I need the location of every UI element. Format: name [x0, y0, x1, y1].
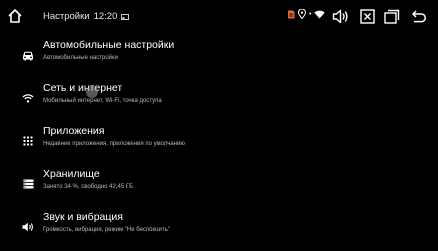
recent-apps-icon: [384, 9, 400, 24]
system-status-icons: •: [287, 9, 326, 19]
settings-item-description: Мобильный интернет, Wi-Fi, точка доступа: [43, 98, 162, 104]
sim-card-icon: [288, 10, 295, 18]
car-icon: [21, 48, 35, 62]
touch-indicator: [86, 86, 98, 98]
settings-item-label: Хранилище: [43, 168, 100, 180]
wifi-icon: [21, 91, 35, 105]
home-icon: [8, 9, 22, 23]
status-bar: Настройки 12:20 •: [0, 0, 438, 34]
volume-button[interactable]: [329, 5, 351, 27]
settings-item-label: Автомобильные настройки: [43, 39, 175, 51]
cast-icon: [121, 13, 130, 20]
back-icon: [412, 9, 427, 22]
close-box-icon: [359, 8, 375, 24]
storage-icon: [21, 177, 35, 191]
settings-item-apps[interactable]: Приложения Недавние приложения, приложен…: [0, 120, 438, 163]
location-icon: [298, 9, 306, 19]
page-title: Настройки 12:20: [43, 11, 130, 22]
settings-item-label: Сеть и интернет: [43, 82, 123, 94]
clock: 12:20: [93, 11, 118, 22]
volume-icon: [332, 9, 348, 23]
settings-item-description: Недавние приложения, приложения по умолч…: [43, 141, 185, 147]
settings-item-label: Приложения: [43, 125, 105, 137]
settings-list: Автомобильные настройки Автомобильные на…: [0, 34, 438, 249]
settings-item-storage[interactable]: Хранилище Занято 34 %, свободно 42,45 ГБ: [0, 163, 438, 206]
settings-item-label: Звук и вибрация: [43, 211, 123, 223]
settings-item-car[interactable]: Автомобильные настройки Автомобильные на…: [0, 34, 438, 77]
settings-item-description: Громкость, вибрация, режим "Не беспокоит…: [43, 227, 170, 233]
settings-item-network[interactable]: Сеть и интернет Мобильный интернет, Wi-F…: [0, 77, 438, 120]
app-title: Настройки: [43, 11, 90, 22]
back-button[interactable]: [408, 5, 430, 27]
settings-item-sound[interactable]: Звук и вибрация Громкость, вибрация, реж…: [0, 206, 438, 249]
dot-separator: •: [309, 10, 312, 18]
settings-item-description: Автомобильные настройки: [43, 55, 118, 61]
recent-apps-button[interactable]: [381, 5, 403, 27]
home-button[interactable]: [4, 5, 26, 27]
settings-item-description: Занято 34 %, свободно 42,45 ГБ: [43, 184, 134, 190]
apps-grid-icon: [21, 134, 35, 148]
wifi-icon: [314, 10, 326, 18]
sound-icon: [21, 220, 35, 234]
close-app-button[interactable]: [356, 5, 378, 27]
